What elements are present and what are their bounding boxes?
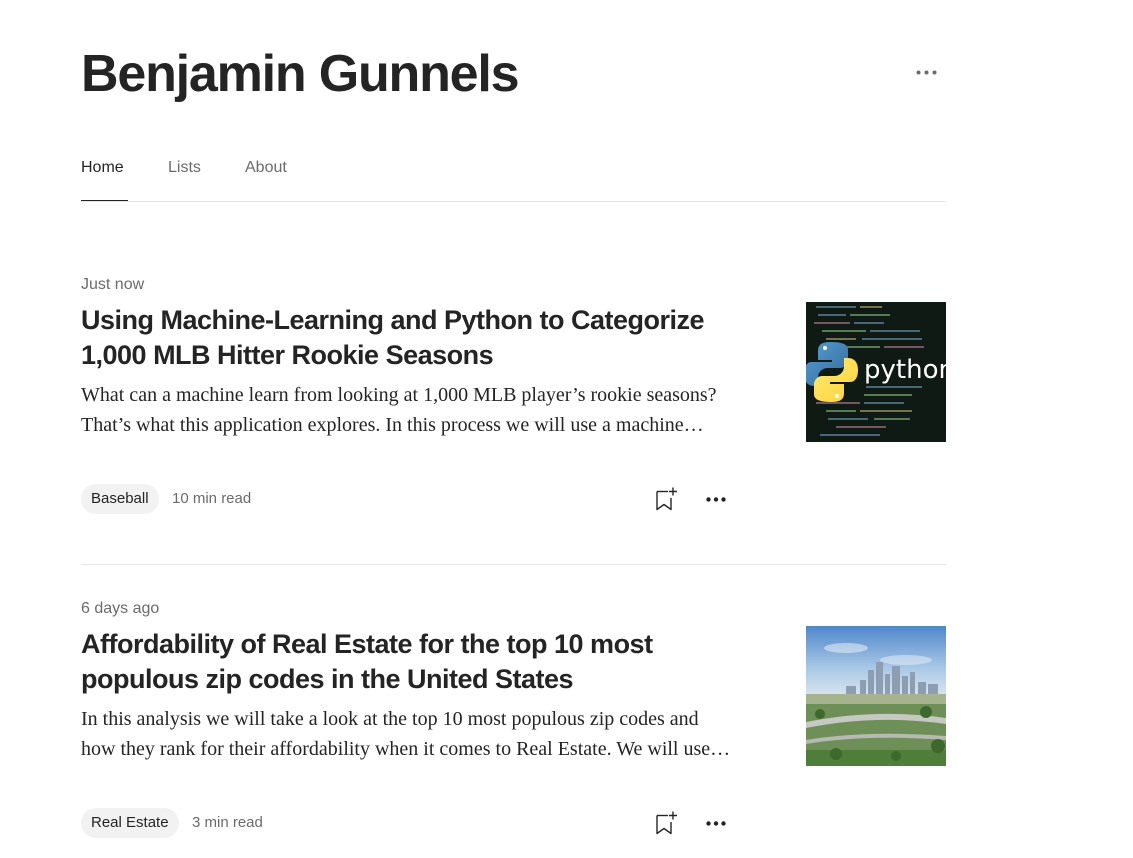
topic-tag[interactable]: Baseball bbox=[81, 484, 159, 514]
tab-about[interactable]: About bbox=[245, 158, 287, 178]
tab-home[interactable]: Home bbox=[81, 158, 124, 178]
read-time: 10 min read bbox=[172, 490, 252, 507]
bookmark-add-icon bbox=[656, 811, 677, 835]
article-date: Just now bbox=[81, 276, 145, 293]
article-title[interactable]: Using Machine-Learning and Python to Cat… bbox=[81, 303, 741, 373]
topic-tag[interactable]: Real Estate bbox=[81, 808, 179, 838]
article-date: 6 days ago bbox=[81, 600, 160, 617]
save-bookmark-button[interactable] bbox=[653, 486, 679, 512]
article-title[interactable]: Affordability of Real Estate for the top… bbox=[81, 627, 741, 697]
profile-page: Benjamin Gunnels Home Lists About Just n… bbox=[0, 0, 1133, 858]
bookmark-add-icon bbox=[656, 487, 677, 511]
article-more-button[interactable] bbox=[703, 811, 729, 835]
more-horizontal-icon bbox=[706, 496, 726, 502]
profile-tabs: Home Lists About bbox=[81, 150, 946, 202]
article-thumbnail[interactable] bbox=[806, 626, 946, 766]
save-bookmark-button[interactable] bbox=[653, 810, 679, 836]
article-divider bbox=[81, 564, 946, 565]
python-wordmark: python bbox=[864, 355, 946, 385]
article-excerpt[interactable]: What can a machine learn from looking at… bbox=[81, 380, 731, 440]
article-more-button[interactable] bbox=[703, 487, 729, 511]
article-meta: Baseball 10 min read bbox=[81, 484, 731, 514]
city-skyline-photo bbox=[806, 626, 946, 766]
article-excerpt[interactable]: In this analysis we will take a look at … bbox=[81, 704, 731, 764]
python-code-image: python bbox=[806, 302, 946, 442]
tab-lists[interactable]: Lists bbox=[168, 158, 201, 178]
active-tab-indicator bbox=[81, 200, 128, 201]
more-horizontal-icon bbox=[916, 70, 936, 74]
article-meta: Real Estate 3 min read bbox=[81, 808, 731, 838]
article-thumbnail[interactable]: python bbox=[806, 302, 946, 442]
profile-name[interactable]: Benjamin Gunnels bbox=[81, 42, 520, 106]
more-options-button[interactable] bbox=[910, 60, 942, 84]
read-time: 3 min read bbox=[192, 814, 263, 831]
more-horizontal-icon bbox=[706, 820, 726, 826]
